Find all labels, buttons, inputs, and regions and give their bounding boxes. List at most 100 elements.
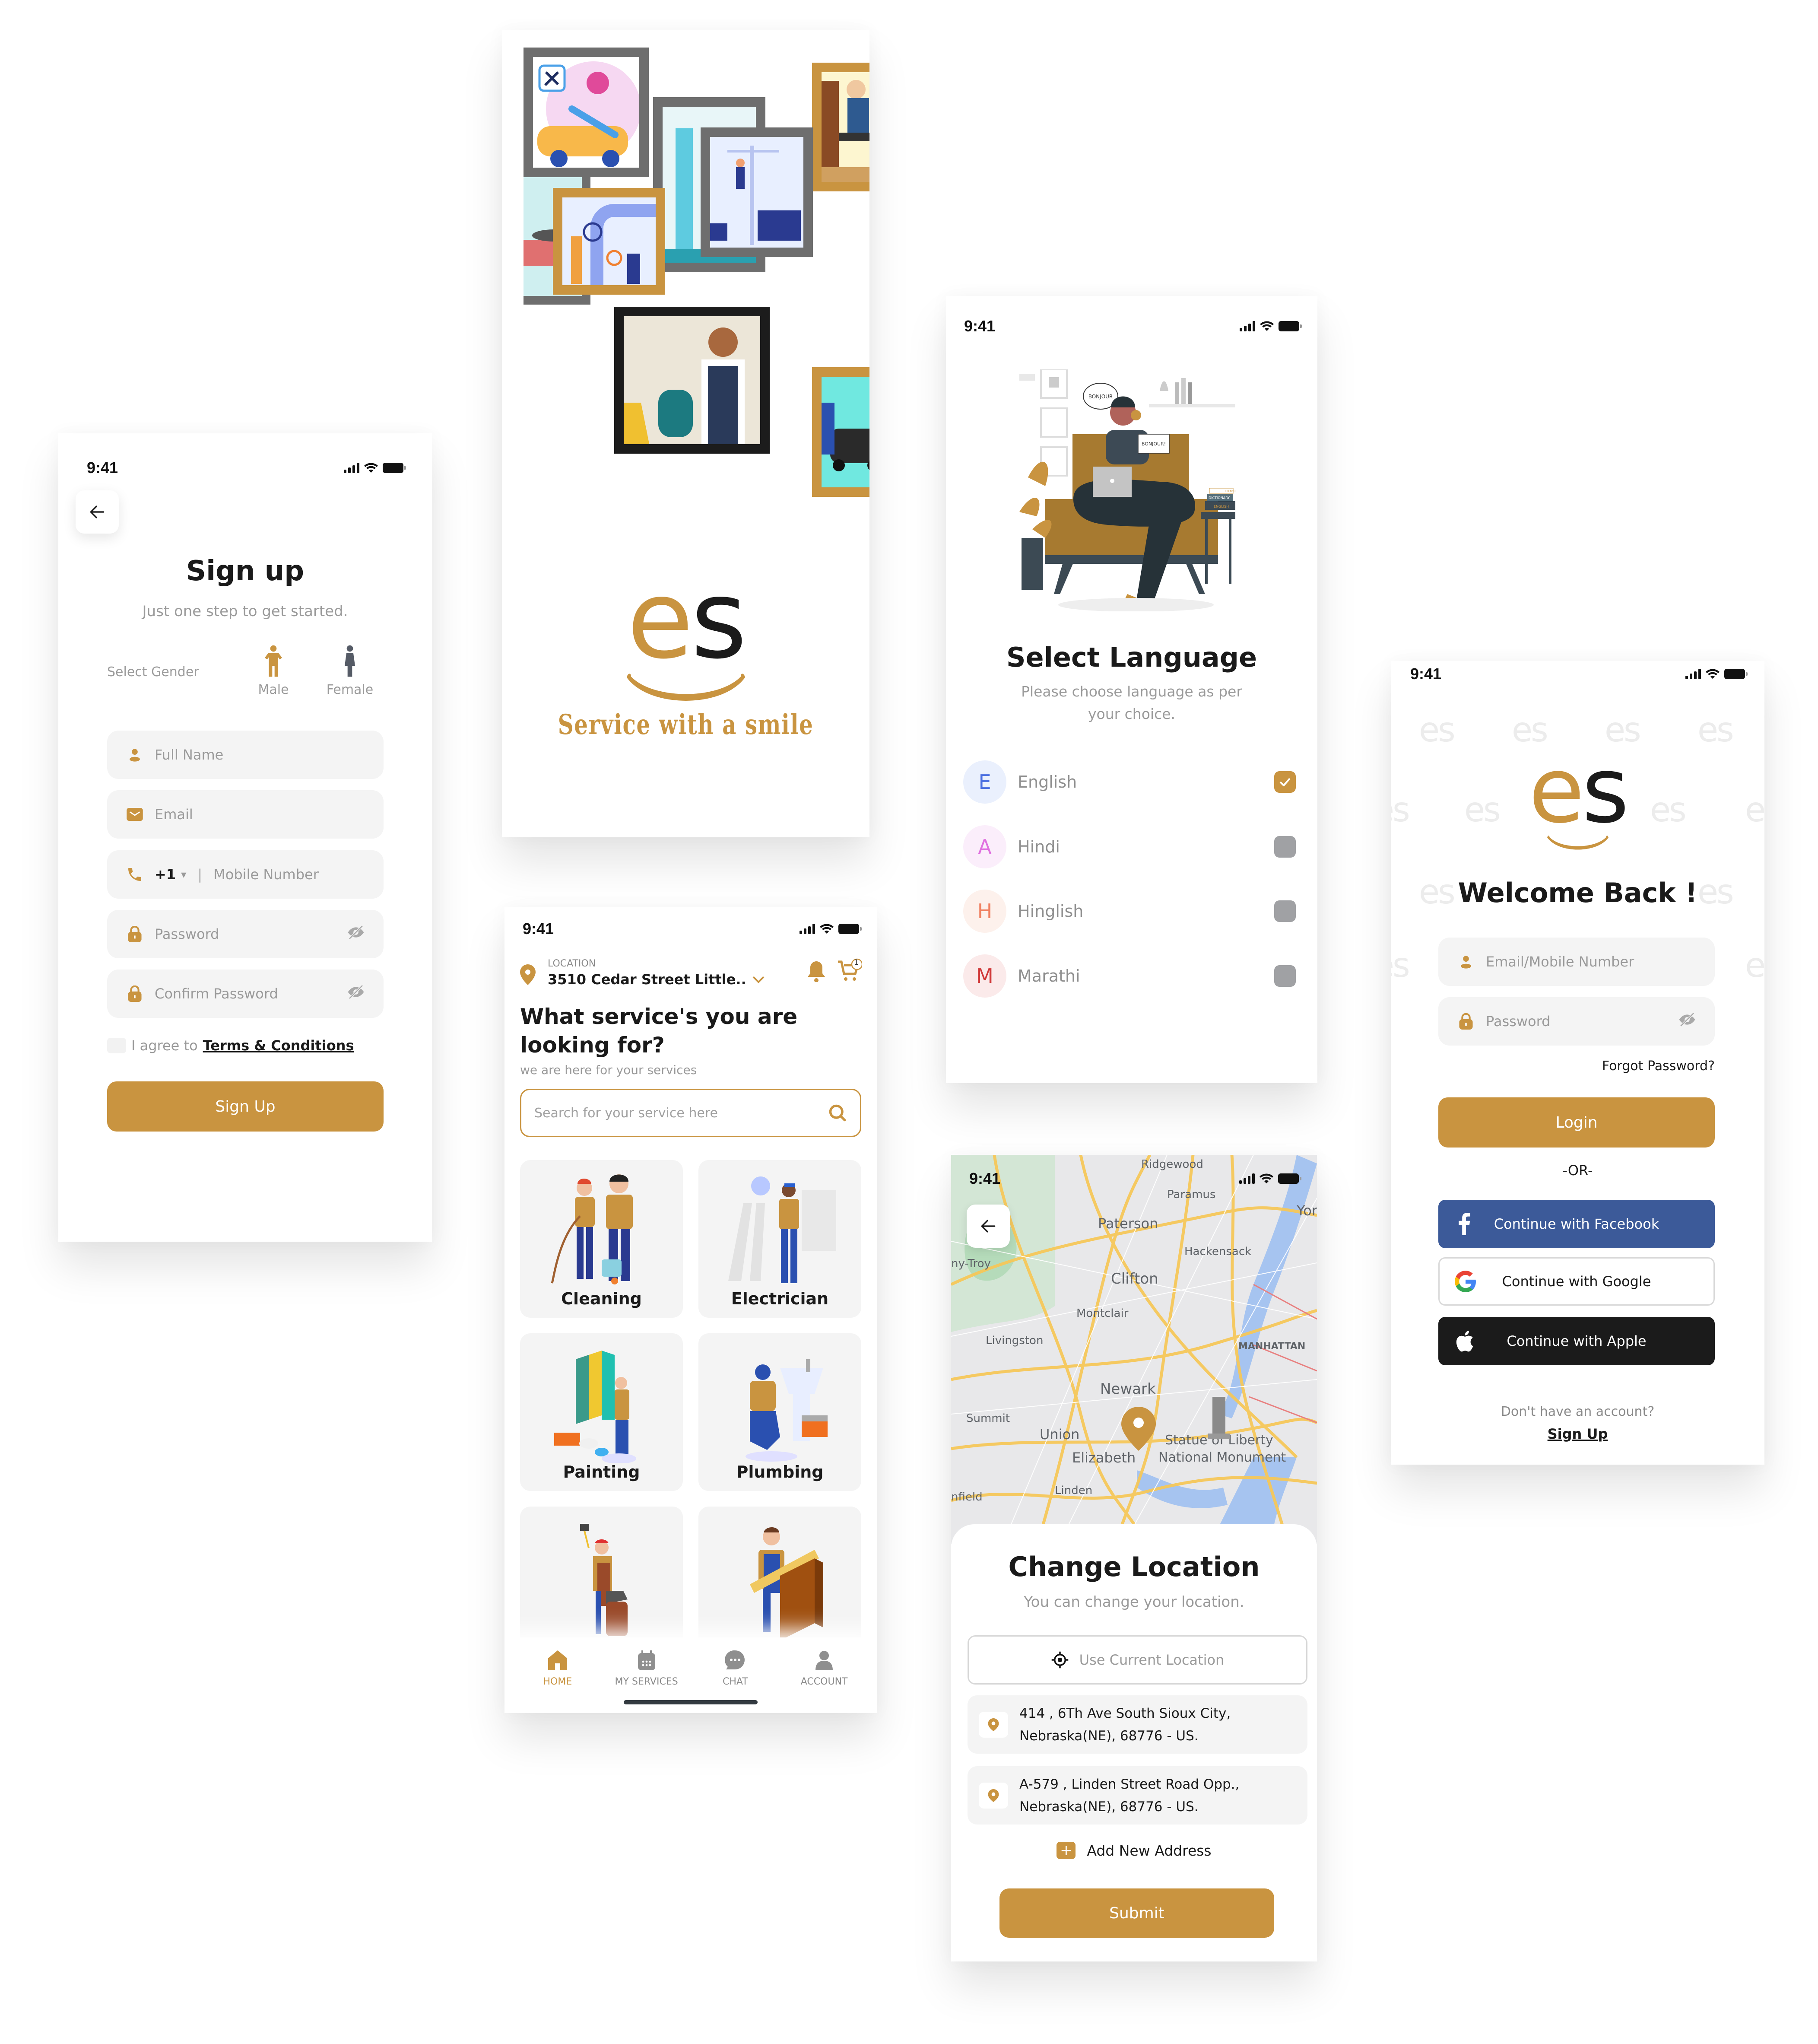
language-checkbox[interactable] <box>1274 900 1296 922</box>
nav-home[interactable]: HOME <box>517 1637 599 1713</box>
service-label: Cleaning <box>561 1289 642 1308</box>
submit-button[interactable]: Submit <box>999 1888 1274 1938</box>
gender-male-option[interactable]: Male <box>245 645 301 697</box>
apple-login-button[interactable]: Continue with Apple <box>1438 1317 1715 1365</box>
or-divider: -OR- <box>1562 1162 1593 1179</box>
service-label: Electrician <box>731 1289 829 1308</box>
collage-frame-carpenter <box>812 63 869 191</box>
page-subtitle: You can change your location. <box>1024 1593 1244 1611</box>
service-card-painting[interactable]: Painting <box>520 1333 683 1491</box>
email-field[interactable]: Email <box>107 790 384 839</box>
pin-icon <box>979 1711 1008 1738</box>
language-name: English <box>1018 772 1077 792</box>
google-login-button[interactable]: Continue with Google <box>1438 1257 1715 1306</box>
lock-icon <box>126 925 143 943</box>
book-dictionary: DICTIONARY <box>1209 496 1230 500</box>
terms-link[interactable]: Terms & Conditions <box>203 1037 354 1054</box>
map-label: Paterson <box>1098 1215 1158 1232</box>
address-line2: Nebraska(NE), 68776 - US. <box>1019 1728 1199 1744</box>
map-label: Union <box>1040 1426 1079 1443</box>
full-name-field[interactable]: Full Name <box>107 731 384 779</box>
language-checkbox-checked[interactable] <box>1274 771 1296 793</box>
location-label: LOCATION <box>548 958 596 969</box>
location-selector[interactable]: 3510 Cedar Street Little.. <box>548 971 765 988</box>
service-card-cleaning[interactable]: Cleaning <box>520 1160 683 1318</box>
language-checkbox[interactable] <box>1274 836 1296 858</box>
language-checkbox[interactable] <box>1274 965 1296 987</box>
nav-account[interactable]: ACCOUNT <box>783 1637 865 1713</box>
add-new-address-button[interactable]: + Add New Address <box>951 1842 1317 1859</box>
password-field[interactable]: Password <box>1438 997 1715 1046</box>
login-screen: eseseses eseseses eses eses 9:41 es Welc… <box>1391 661 1764 1465</box>
password-field[interactable]: Password <box>107 910 384 958</box>
home-subheading: we are here for your services <box>520 1063 697 1077</box>
login-button[interactable]: Login <box>1438 1097 1715 1148</box>
mobile-placeholder: Mobile Number <box>213 866 319 883</box>
email-mobile-field[interactable]: Email/Mobile Number <box>1438 938 1715 986</box>
language-option-hindi[interactable]: A Hindi <box>963 825 1296 868</box>
mobile-field[interactable]: +1 ▼ | Mobile Number <box>107 850 384 899</box>
book-french: FRENCH <box>1225 490 1236 493</box>
eye-off-icon[interactable] <box>347 925 365 943</box>
map-label: Yon <box>1296 1202 1317 1219</box>
back-button[interactable] <box>967 1205 1010 1248</box>
language-option-hinglish[interactable]: H Hinglish <box>963 890 1296 933</box>
signal-icon <box>800 924 815 934</box>
signal-icon <box>1685 669 1701 679</box>
language-option-english[interactable]: E English <box>963 760 1296 804</box>
saved-address-item[interactable]: 414 , 6Th Ave South Sioux City, Nebraska(… <box>968 1695 1307 1754</box>
map-label: MANHATTAN <box>1238 1341 1305 1352</box>
page-title: Welcome Back ! <box>1458 877 1697 909</box>
language-option-marathi[interactable]: M Marathi <box>963 954 1296 998</box>
eye-off-icon[interactable] <box>347 985 365 1003</box>
splash-screen: es Service with a smile <box>502 30 869 837</box>
battery-icon <box>383 463 406 473</box>
map-label: nfield <box>951 1491 983 1504</box>
email-placeholder: Email/Mobile Number <box>1486 954 1634 970</box>
language-initial: E <box>963 760 1006 804</box>
gender-female-option[interactable]: Female <box>322 645 378 697</box>
saved-address-item[interactable]: A-579 , Linden Street Road Opp., Nebraska… <box>968 1766 1307 1825</box>
use-current-location-label: Use Current Location <box>1079 1652 1225 1668</box>
calendar-icon <box>638 1650 655 1670</box>
search-placeholder: Search for your service here <box>534 1105 718 1121</box>
services-grid: Cleaning Electrician Painting Plumbing W… <box>520 1160 861 1664</box>
logo-s: s <box>691 557 747 683</box>
facebook-login-button[interactable]: Continue with Facebook <box>1438 1200 1715 1248</box>
password-placeholder: Password <box>155 926 219 942</box>
search-icon[interactable] <box>828 1103 847 1122</box>
map-label: ny-Troy <box>951 1257 991 1270</box>
add-new-address-label: Add New Address <box>1087 1842 1212 1859</box>
page-title: Sign up <box>186 555 305 587</box>
lock-icon <box>1457 1013 1475 1030</box>
use-current-location-button[interactable]: Use Current Location <box>968 1635 1307 1685</box>
signup-link[interactable]: Sign Up <box>1391 1426 1764 1442</box>
home-icon <box>548 1650 567 1670</box>
status-time: 9:41 <box>1410 665 1442 683</box>
confirm-password-field[interactable]: Confirm Password <box>107 970 384 1018</box>
address-line1: 414 , 6Th Ave South Sioux City, <box>1019 1705 1231 1721</box>
country-code-select[interactable]: +1 <box>155 866 176 883</box>
phone-icon <box>126 866 143 883</box>
nav-label: ACCOUNT <box>800 1676 848 1687</box>
map-label: Livingston <box>986 1334 1043 1347</box>
chevron-down-icon: ▼ <box>181 870 187 879</box>
map-label: Linden <box>1055 1484 1092 1497</box>
eye-off-icon[interactable] <box>1678 1012 1696 1030</box>
service-card-plumbing[interactable]: Plumbing <box>698 1333 861 1491</box>
arrow-left-icon <box>980 1220 996 1233</box>
forgot-password-link[interactable]: Forgot Password? <box>1602 1059 1715 1074</box>
plumbing-illustration <box>745 1359 828 1462</box>
map-label: Newark <box>1100 1380 1156 1398</box>
service-card-electrician[interactable]: Electrician <box>698 1160 861 1318</box>
book-english: ENGLISH <box>1214 505 1229 509</box>
terms-checkbox[interactable] <box>107 1038 126 1053</box>
separator: | <box>197 866 203 883</box>
bell-icon[interactable] <box>807 961 826 982</box>
service-search-input[interactable]: Search for your service here <box>520 1089 861 1137</box>
location-pin-icon <box>520 964 536 985</box>
signup-button[interactable]: Sign Up <box>107 1081 384 1132</box>
back-button[interactable] <box>76 490 119 534</box>
painting-illustration <box>554 1351 636 1463</box>
cart-button[interactable]: 1 <box>837 958 863 984</box>
